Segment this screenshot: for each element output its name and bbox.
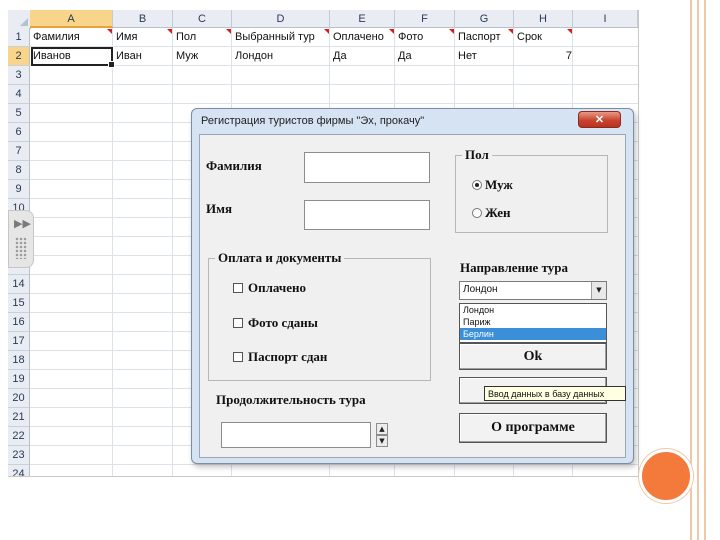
checkbox-photo-label[interactable]: Фото сданы (248, 315, 318, 331)
column-header-i[interactable]: I (573, 10, 638, 28)
direction-label: Направление тура (460, 260, 569, 275)
cell-c1[interactable]: Пол (173, 28, 231, 47)
cell-b1[interactable]: Имя (113, 28, 172, 47)
cell-h2[interactable]: 7 (514, 47, 576, 66)
column-header-c[interactable]: C (173, 10, 232, 28)
cell-f2[interactable]: Да (395, 47, 454, 66)
about-button[interactable]: О программе (459, 413, 607, 443)
row-header[interactable]: 1 (8, 28, 30, 47)
radio-male-label[interactable]: Муж (485, 177, 513, 193)
slide-decor-strip (704, 0, 706, 540)
grid-line (172, 28, 173, 476)
cell-e2[interactable]: Да (330, 47, 394, 66)
tooltip: Ввод данных в базу данных (484, 386, 626, 401)
direction-dropdown-list: Лондон Париж Берлин (459, 303, 607, 343)
payment-frame-title: Оплата и документы (215, 250, 345, 266)
grid-line (30, 103, 638, 104)
duration-label: Продолжительность тура (216, 392, 366, 407)
gender-frame-title: Пол (462, 147, 492, 163)
row-header[interactable]: 15 (8, 294, 30, 313)
row-header[interactable]: 22 (8, 427, 30, 446)
cell-b2[interactable]: Иван (113, 47, 172, 66)
dropdown-option[interactable]: Париж (460, 316, 606, 328)
checkbox-passport[interactable] (233, 352, 243, 362)
dropdown-option[interactable]: Берлин (460, 328, 606, 340)
row-header[interactable]: 16 (8, 313, 30, 332)
checkbox-passport-label[interactable]: Паспорт сдан (248, 349, 327, 365)
arrow-up-icon: ▲ (379, 425, 385, 433)
row-header[interactable]: 19 (8, 370, 30, 389)
row-header[interactable]: 14 (8, 275, 30, 294)
column-header-b[interactable]: B (113, 10, 173, 28)
column-header-e[interactable]: E (330, 10, 395, 28)
arrow-down-icon: ▼ (379, 437, 385, 445)
cell-h1[interactable]: Срок (514, 28, 572, 47)
name-label: Имя (206, 201, 232, 216)
row-header[interactable]: 4 (8, 85, 30, 104)
cell-a1[interactable]: Фамилия (30, 28, 112, 47)
cell-c2[interactable]: Муж (173, 47, 231, 66)
column-header-d[interactable]: D (232, 10, 330, 28)
column-header-h[interactable]: H (514, 10, 573, 28)
grid-line (112, 28, 113, 476)
cell-d1[interactable]: Выбранный тур (232, 28, 329, 47)
checkbox-photo[interactable] (233, 318, 243, 328)
grid-line (30, 84, 638, 85)
spin-up-button[interactable]: ▲ (376, 423, 388, 435)
row-header[interactable]: 3 (8, 66, 30, 85)
row-header[interactable]: 18 (8, 351, 30, 370)
decorative-orange-circle (639, 449, 693, 503)
cell-d2[interactable]: Лондон (232, 47, 329, 66)
row-header[interactable]: 6 (8, 123, 30, 142)
checkbox-paid-label[interactable]: Оплачено (248, 280, 306, 296)
row-header[interactable]: 7 (8, 142, 30, 161)
gender-frame (455, 155, 608, 233)
row-header[interactable]: 17 (8, 332, 30, 351)
registration-dialog: Регистрация туристов фирмы "Эх, прокачу"… (191, 108, 634, 464)
ok-button[interactable]: Ok (459, 343, 607, 370)
dropdown-option[interactable]: Лондон (460, 304, 606, 316)
dialog-body: Фамилия Имя Пол Муж Жен Оплата и докумен… (199, 134, 626, 458)
dialog-title: Регистрация туристов фирмы "Эх, прокачу" (201, 115, 425, 127)
row-header[interactable]: 20 (8, 389, 30, 408)
dropdown-arrow-icon[interactable]: ▼ (591, 282, 606, 299)
checkbox-paid[interactable] (233, 283, 243, 293)
row-header[interactable]: 9 (8, 180, 30, 199)
cell-g1[interactable]: Паспорт (455, 28, 513, 47)
radio-male[interactable] (472, 180, 482, 190)
row-header[interactable]: 21 (8, 408, 30, 427)
row-header[interactable]: 23 (8, 446, 30, 465)
row-header[interactable]: 24 (8, 465, 30, 476)
column-header-f[interactable]: F (395, 10, 455, 28)
column-header-a[interactable]: A (30, 10, 113, 28)
grid-line (30, 464, 638, 465)
select-all-corner[interactable] (8, 10, 31, 29)
direction-combobox[interactable]: Лондон ▼ (459, 281, 607, 300)
row-header[interactable]: 5 (8, 104, 30, 123)
slide-side-tab[interactable]: ▶▶ (8, 210, 34, 268)
cell-e1[interactable]: Оплачено (330, 28, 394, 47)
active-cell-selection[interactable] (31, 47, 115, 68)
slide-decor-strip (690, 0, 692, 540)
column-header-g[interactable]: G (455, 10, 514, 28)
close-button[interactable]: ✕ (578, 111, 621, 128)
double-chevron-right-icon[interactable]: ▶▶ (14, 217, 31, 230)
radio-female-label[interactable]: Жен (485, 205, 510, 221)
cell-g2[interactable]: Нет (455, 47, 513, 66)
direction-value: Лондон (463, 284, 498, 295)
row-header[interactable]: 8 (8, 161, 30, 180)
surname-input[interactable] (304, 152, 430, 183)
name-input[interactable] (304, 200, 430, 230)
row-header[interactable]: 2 (8, 47, 30, 66)
duration-input[interactable] (221, 422, 371, 448)
slide-decor-strip (697, 0, 699, 540)
grip-icon (15, 237, 27, 259)
radio-female[interactable] (472, 208, 482, 218)
surname-label: Фамилия (206, 158, 262, 173)
spin-down-button[interactable]: ▼ (376, 435, 388, 447)
cell-f1[interactable]: Фото (395, 28, 454, 47)
close-x-icon: ✕ (594, 114, 605, 126)
